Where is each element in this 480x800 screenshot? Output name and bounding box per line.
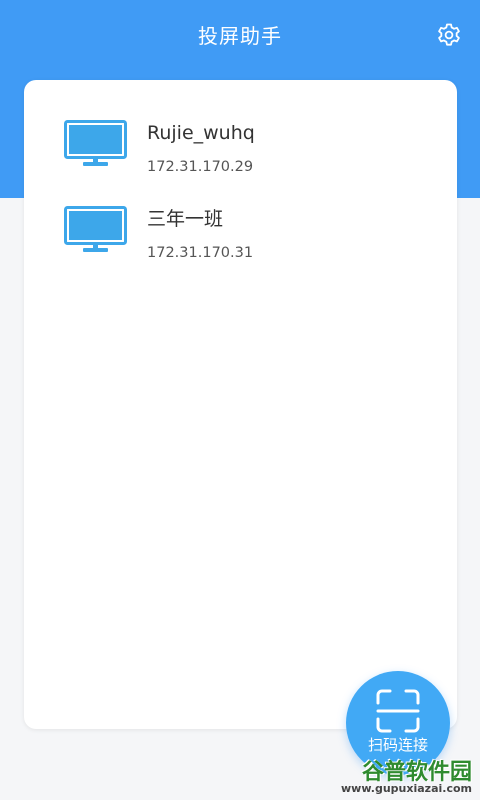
device-name: Rujie_wuhq <box>147 122 255 144</box>
settings-button[interactable] <box>436 22 462 48</box>
page-title: 投屏助手 <box>198 24 282 48</box>
screen: 投屏助手 Rujie_wuhq 172.31.170.29 三年一班 172.3… <box>0 0 480 800</box>
monitor-icon <box>64 120 127 166</box>
device-name: 三年一班 <box>147 208 224 230</box>
scan-icon <box>376 689 420 733</box>
device-ip: 172.31.170.29 <box>147 159 254 175</box>
watermark-url: www.gupuxiazai.com <box>341 782 472 795</box>
monitor-icon <box>64 206 127 252</box>
watermark: 谷普软件园 www.gupuxiazai.com <box>332 752 480 800</box>
device-item[interactable]: 三年一班 172.31.170.31 <box>24 206 457 286</box>
device-ip: 172.31.170.31 <box>147 245 254 261</box>
device-item[interactable]: Rujie_wuhq 172.31.170.29 <box>24 120 457 200</box>
gear-icon <box>438 23 460 46</box>
device-list-card: Rujie_wuhq 172.31.170.29 三年一班 172.31.170… <box>24 80 457 729</box>
